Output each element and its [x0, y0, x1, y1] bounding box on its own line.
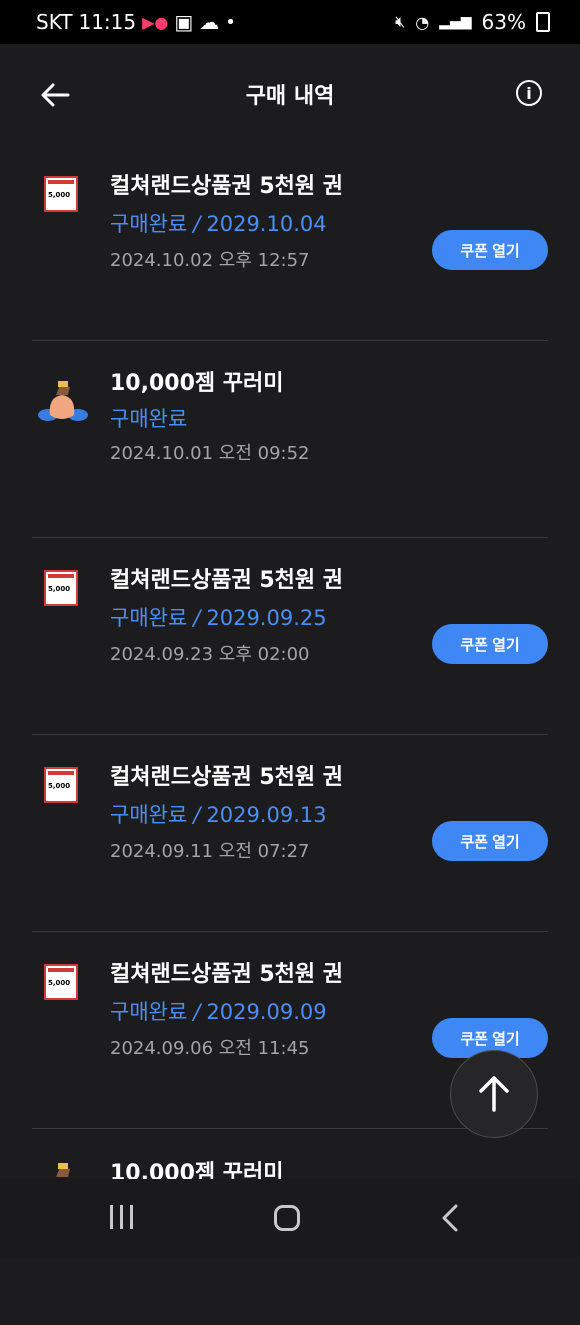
separator: / — [193, 212, 201, 236]
item-status: 구매완료/2029.10.04 — [110, 208, 327, 238]
status-text: 구매완료 — [110, 212, 188, 236]
item-name: 10,000젬 꾸러미 — [110, 371, 284, 396]
voucher-icon: 5,000 — [44, 767, 80, 807]
carrier: SKT — [36, 10, 73, 34]
chat-icon: ☁ — [199, 10, 220, 34]
separator: / — [193, 803, 201, 827]
gem-bag-icon — [38, 381, 88, 421]
signal-icon: ▂▄▆ — [439, 14, 472, 30]
purchase-date: 2024.09.06 오전 11:45 — [110, 1038, 310, 1059]
status-bar: SKT 11:15 ▶● ▣ ☁ • 🔇︎ ◔ ▂▄▆ 63% — [0, 0, 580, 44]
voucher-value: 5,000 — [48, 979, 71, 987]
arrow-up-icon — [479, 1076, 509, 1112]
item-status: 구매완료/2029.09.25 — [110, 602, 327, 632]
item-status: 구매완료/2029.09.09 — [110, 996, 327, 1026]
status-text: 구매완료 — [110, 606, 188, 630]
voucher-value: 5,000 — [48, 782, 71, 790]
battery-icon — [536, 12, 550, 32]
item-name: 컬쳐랜드상품권 5천원 권 — [110, 568, 344, 593]
nav-back-icon[interactable] — [440, 1203, 460, 1233]
info-icon[interactable]: i — [516, 80, 542, 106]
voucher-value: 5,000 — [48, 585, 71, 593]
purchase-item: 10,000젬 꾸러미 구매완료 2024.10.01 오전 09:52 — [32, 341, 548, 538]
item-status: 구매완료 — [110, 407, 188, 431]
expiry-date: 2029.09.25 — [206, 606, 327, 630]
item-status: 구매완료/2029.09.13 — [110, 799, 327, 829]
voucher-icon: 5,000 — [44, 570, 80, 610]
separator: / — [193, 1000, 201, 1024]
more-dot-icon: • — [225, 11, 236, 33]
voucher-icon: 5,000 — [44, 176, 80, 216]
notification-icons: ▶● — [142, 12, 169, 32]
expiry-date: 2029.09.09 — [206, 1000, 327, 1024]
home-icon[interactable] — [274, 1205, 300, 1231]
purchase-item: 5,000 컬쳐랜드상품권 5천원 권 구매완료/2029.09.25 2024… — [32, 538, 548, 735]
purchase-date: 2024.09.11 오전 07:27 — [110, 841, 310, 862]
voucher-value: 5,000 — [48, 191, 71, 199]
expiry-date: 2029.10.04 — [206, 212, 327, 236]
purchase-date: 2024.10.02 오후 12:57 — [110, 250, 310, 271]
status-text: 구매완료 — [110, 803, 188, 827]
battery-percent: 63% — [481, 10, 526, 34]
status-text: 구매완료 — [110, 1000, 188, 1024]
purchase-date: 2024.10.01 오전 09:52 — [110, 443, 310, 464]
separator: / — [193, 606, 201, 630]
purchase-date: 2024.09.23 오후 02:00 — [110, 644, 310, 665]
purchase-item: 5,000 컬쳐랜드상품권 5천원 권 구매완료/2029.09.13 2024… — [32, 735, 548, 932]
open-coupon-button[interactable]: 쿠폰 열기 — [432, 624, 548, 664]
gallery-icon: ▣ — [174, 10, 194, 34]
item-name: 컬쳐랜드상품권 5천원 권 — [110, 174, 344, 199]
mute-icon: 🔇︎ — [395, 12, 406, 31]
item-name: 컬쳐랜드상품권 5천원 권 — [110, 765, 344, 790]
recents-icon[interactable] — [110, 1205, 140, 1231]
wifi-icon: ◔ — [415, 12, 430, 32]
system-nav-bar — [0, 1179, 580, 1257]
clock: 11:15 — [78, 10, 137, 34]
purchase-item: 5,000 컬쳐랜드상품권 5천원 권 구매완료/2029.10.04 2024… — [32, 144, 548, 341]
item-name: 컬쳐랜드상품권 5천원 권 — [110, 962, 344, 987]
expiry-date: 2029.09.13 — [206, 803, 327, 827]
app-bar: 구매 내역 i — [0, 44, 580, 144]
scroll-to-top-button[interactable] — [450, 1050, 538, 1138]
page-title: 구매 내역 — [245, 84, 335, 109]
voucher-icon: 5,000 — [44, 964, 80, 1004]
open-coupon-button[interactable]: 쿠폰 열기 — [432, 821, 548, 861]
open-coupon-button[interactable]: 쿠폰 열기 — [432, 230, 548, 270]
